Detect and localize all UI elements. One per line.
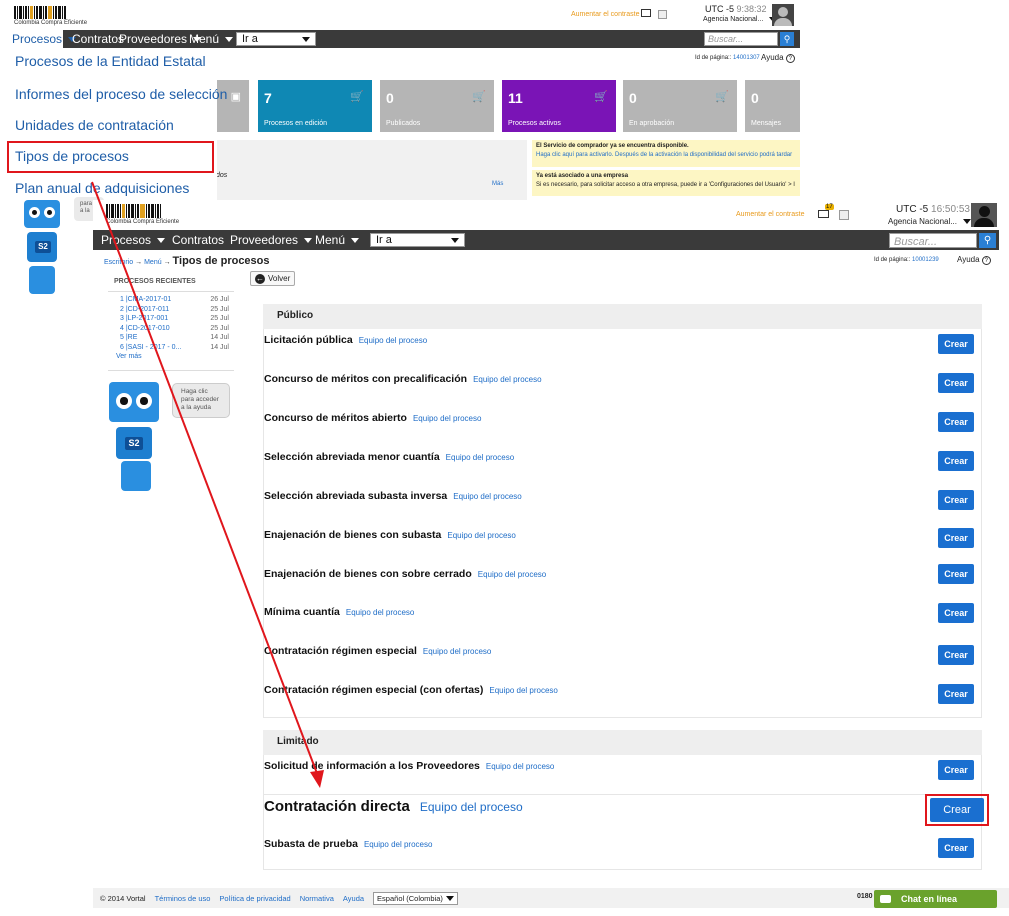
annotation-arrow — [91, 181, 324, 788]
annotation-arrow-line — [91, 181, 319, 777]
annotation-arrow-head — [310, 770, 324, 788]
